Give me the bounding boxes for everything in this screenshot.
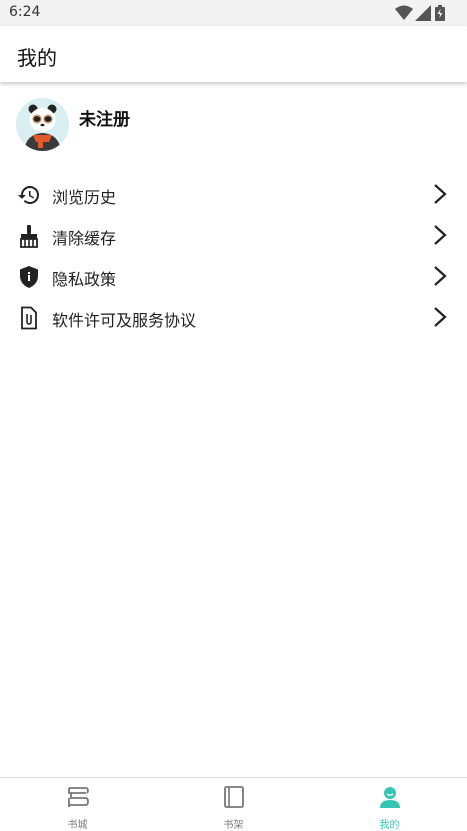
bookshelf-icon (222, 785, 246, 809)
username-label[interactable]: 未注册 (79, 105, 130, 130)
panda-avatar-icon (16, 98, 69, 151)
battery-icon (435, 5, 445, 25)
history-icon (17, 183, 41, 207)
chevron-right-icon (433, 224, 447, 246)
person-icon (378, 785, 402, 809)
menu-item-label: 浏览历史 (52, 188, 117, 207)
chevron-right-icon (433, 306, 447, 328)
menu-item-history[interactable]: 浏览历史 (0, 174, 467, 215)
signal-icon (415, 5, 431, 25)
broom-icon (17, 224, 41, 248)
nav-mine[interactable]: 我的 (312, 778, 467, 831)
menu-item-privacy-policy[interactable]: 隐私政策 (0, 256, 467, 297)
avatar[interactable] (16, 98, 69, 151)
menu-item-label: 隐私政策 (52, 270, 117, 289)
nav-bookstore[interactable]: 书城 (0, 778, 155, 831)
shield-icon (17, 265, 41, 289)
nav-label: 书架 (223, 820, 244, 831)
menu-item-license-agreement[interactable]: 软件许可及服务协议 (0, 297, 467, 338)
status-bar: 6:24 (0, 0, 467, 26)
menu-item-label: 清除缓存 (52, 229, 117, 248)
nav-label: 书城 (67, 820, 88, 831)
bookstore-icon (66, 785, 90, 809)
nav-bookshelf[interactable]: 书架 (156, 778, 311, 831)
page-title: 我的 (17, 46, 57, 70)
chevron-right-icon (433, 265, 447, 287)
document-icon (17, 306, 41, 330)
nav-label: 我的 (379, 820, 400, 831)
app-bar: 我的 (0, 26, 467, 82)
wifi-icon (395, 5, 413, 25)
menu-item-label: 软件许可及服务协议 (52, 311, 197, 330)
menu-item-clear-cache[interactable]: 清除缓存 (0, 215, 467, 256)
status-time: 6:24 (9, 4, 41, 20)
profile-header[interactable]: 未注册 (16, 98, 436, 152)
settings-menu: 浏览历史 清除缓存 隐私政策 软件许可及服务协议 (0, 174, 467, 338)
bottom-navigation: 书城 书架 我的 (0, 777, 467, 831)
chevron-right-icon (433, 183, 447, 205)
